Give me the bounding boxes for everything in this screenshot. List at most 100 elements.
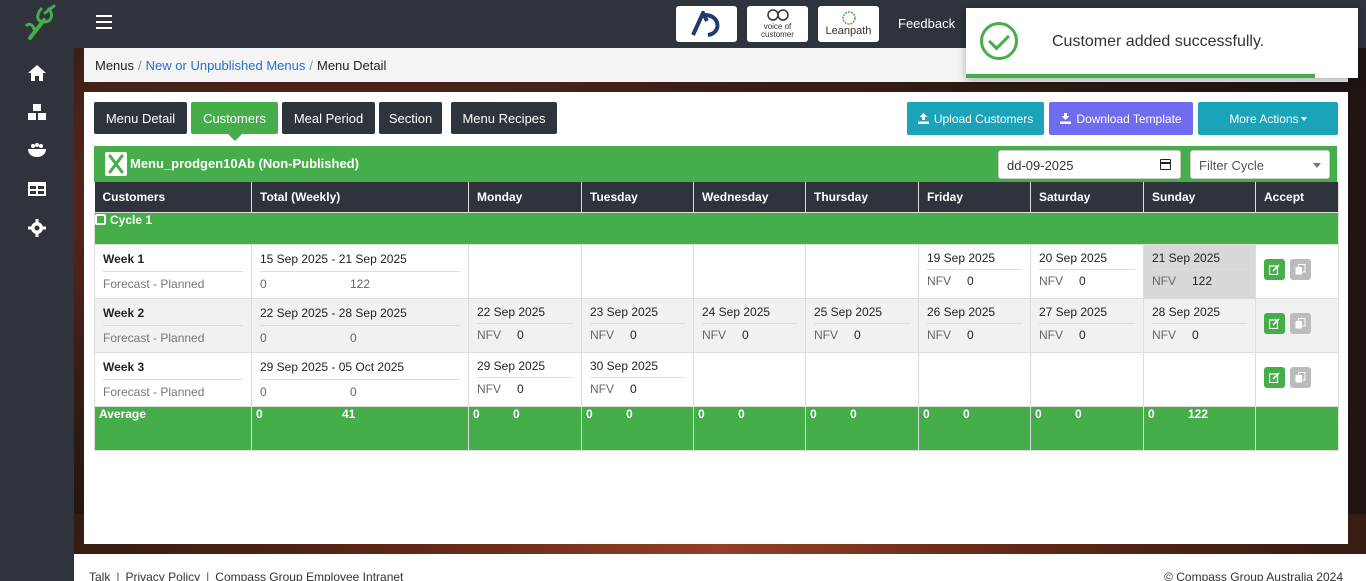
day-date: 19 Sep 2025: [927, 251, 1022, 270]
upload-customers-button[interactable]: Upload Customers: [907, 102, 1044, 135]
tab-customers[interactable]: Customers: [191, 102, 278, 141]
total-cell: 15 Sep 2025 - 21 Sep 2025 0 122: [251, 243, 469, 299]
accept-cell: [1255, 351, 1339, 407]
more-actions-dropdown[interactable]: More Actions: [1198, 102, 1338, 135]
week-cell: Week 2 Forecast - Planned: [94, 297, 252, 353]
total-forecast: 0: [260, 330, 267, 345]
day-value: 0: [517, 381, 524, 396]
day-value: 0: [1079, 327, 1086, 342]
cycle-row: Cycle 1: [94, 211, 1339, 245]
day-label: NFV: [1152, 327, 1176, 342]
day-label: NFV: [1152, 273, 1176, 288]
edit-icon[interactable]: [1264, 258, 1285, 280]
chevron-down-icon: [1313, 163, 1321, 168]
day-cell[interactable]: 20 Sep 2025 NFV 0: [1030, 243, 1144, 299]
col-header: Thursday: [805, 182, 919, 212]
day-cell[interactable]: 21 Sep 2025 NFV 122: [1143, 243, 1256, 299]
toast-progress-bar: [966, 74, 1315, 78]
customers-table: Customers Total (Weekly) Monday Tuesday …: [94, 182, 1339, 451]
day-cell[interactable]: 22 Sep 2025 NFV 0: [468, 297, 582, 353]
breadcrumb-menus[interactable]: Menus: [95, 58, 134, 73]
copy-icon[interactable]: [1290, 312, 1311, 334]
brand-logo-icon[interactable]: [22, 4, 60, 42]
table-row: Week 3 Forecast - Planned 29 Sep 2025 - 05…: [94, 351, 1339, 407]
accept-cell: [1255, 297, 1339, 353]
caret-down-icon: [1300, 116, 1307, 121]
copy-icon[interactable]: [1290, 366, 1311, 388]
day-date: 20 Sep 2025: [1039, 251, 1135, 270]
day-cell[interactable]: 24 Sep 2025 NFV 0: [693, 297, 806, 353]
table-row: Week 2 Forecast - Planned 22 Sep 2025 - 28…: [94, 297, 1339, 353]
download-icon: [1060, 113, 1072, 124]
tab-meal-period[interactable]: Meal Period: [282, 102, 375, 134]
day-value: 0: [854, 327, 861, 342]
gear-icon[interactable]: [26, 217, 48, 239]
week-sub: Forecast - Planned: [103, 276, 205, 291]
day-value: 0: [967, 273, 974, 288]
total-cell: 22 Sep 2025 - 28 Sep 2025 0 0: [251, 297, 469, 353]
day-cell[interactable]: 19 Sep 2025 NFV 0: [918, 243, 1031, 299]
week-sub: Forecast - Planned: [103, 330, 205, 345]
hamburger-menu-icon[interactable]: [96, 15, 112, 31]
footer-link-talk[interactable]: Talk: [89, 570, 110, 581]
download-template-button[interactable]: Download Template: [1049, 102, 1193, 135]
day-date: 21 Sep 2025: [1152, 251, 1247, 270]
breadcrumb-unpublished-menus[interactable]: New or Unpublished Menus: [146, 58, 306, 73]
day-cell[interactable]: 23 Sep 2025 NFV 0: [581, 297, 694, 353]
day-cell[interactable]: 26 Sep 2025 NFV 0: [918, 297, 1031, 353]
tab-menu-recipes[interactable]: Menu Recipes: [451, 102, 557, 134]
feedback-link[interactable]: Feedback: [898, 16, 955, 31]
day-value: 0: [742, 327, 749, 342]
week-title: Week 2: [103, 306, 243, 326]
day-label: NFV: [590, 381, 614, 396]
food-bowl-icon[interactable]: [26, 139, 48, 161]
filter-cycle-select[interactable]: Filter Cycle: [1190, 150, 1330, 179]
day-cell[interactable]: 29 Sep 2025 NFV 0: [468, 351, 582, 407]
upload-icon: [917, 113, 929, 124]
edit-icon[interactable]: [1264, 366, 1285, 388]
table-icon[interactable]: [26, 178, 48, 200]
home-icon[interactable]: [26, 62, 48, 84]
empty-day-cell: [693, 351, 806, 407]
average-day: 0 122: [1143, 405, 1256, 451]
day-label: NFV: [1039, 327, 1063, 342]
day-cell[interactable]: 25 Sep 2025 NFV 0: [805, 297, 919, 353]
menu-title: Menu_prodgen10Ab (Non-Published): [130, 156, 359, 171]
footer-link-privacy[interactable]: Privacy Policy: [125, 570, 200, 581]
day-date: 26 Sep 2025: [927, 305, 1022, 324]
date-input[interactable]: dd-09-2025: [998, 150, 1181, 179]
boxes-icon[interactable]: [26, 101, 48, 123]
calendar-icon[interactable]: [1160, 159, 1171, 170]
day-date: 22 Sep 2025: [477, 305, 573, 324]
total-forecast: 0: [260, 384, 267, 399]
copyright: © Compass Group Australia 2024: [1164, 570, 1343, 581]
total-forecast: 0: [260, 276, 267, 291]
day-value: 0: [630, 381, 637, 396]
tab-section[interactable]: Section: [379, 102, 442, 134]
day-cell[interactable]: 30 Sep 2025 NFV 0: [581, 351, 694, 407]
tab-menu-detail[interactable]: Menu Detail: [94, 102, 187, 134]
copy-icon[interactable]: [1290, 258, 1311, 280]
empty-day-cell: [1143, 351, 1256, 407]
empty-day-cell: [693, 243, 806, 299]
footer-link-intranet[interactable]: Compass Group Employee Intranet: [215, 570, 403, 581]
empty-day-cell: [468, 243, 582, 299]
day-label: NFV: [814, 327, 838, 342]
partner-voice-of-customer-logo[interactable]: voice of customer: [747, 6, 808, 42]
check-circle-icon: [980, 22, 1018, 60]
success-toast[interactable]: Customer added successfully.: [966, 8, 1358, 78]
day-date: 27 Sep 2025: [1039, 305, 1135, 324]
edit-icon[interactable]: [1264, 312, 1285, 334]
day-cell[interactable]: 28 Sep 2025 NFV 0: [1143, 297, 1256, 353]
day-date: 30 Sep 2025: [590, 359, 685, 378]
recycle-icon: [95, 213, 106, 225]
day-cell[interactable]: 27 Sep 2025 NFV 0: [1030, 297, 1144, 353]
partner-ad-logo[interactable]: [676, 6, 737, 42]
main-card: Menu Detail Customers Meal Period Sectio…: [84, 92, 1348, 544]
average-day: 00: [468, 405, 582, 451]
average-row: Average 0 41 0 0 0 0 0 0 0 0 0 0 0 0 0 122: [94, 405, 1339, 451]
col-header: Tuesday: [581, 182, 694, 212]
partner-leanpath-logo[interactable]: Leanpath: [818, 6, 879, 42]
col-header: Monday: [468, 182, 582, 212]
breadcrumb-current: Menu Detail: [316, 58, 387, 73]
